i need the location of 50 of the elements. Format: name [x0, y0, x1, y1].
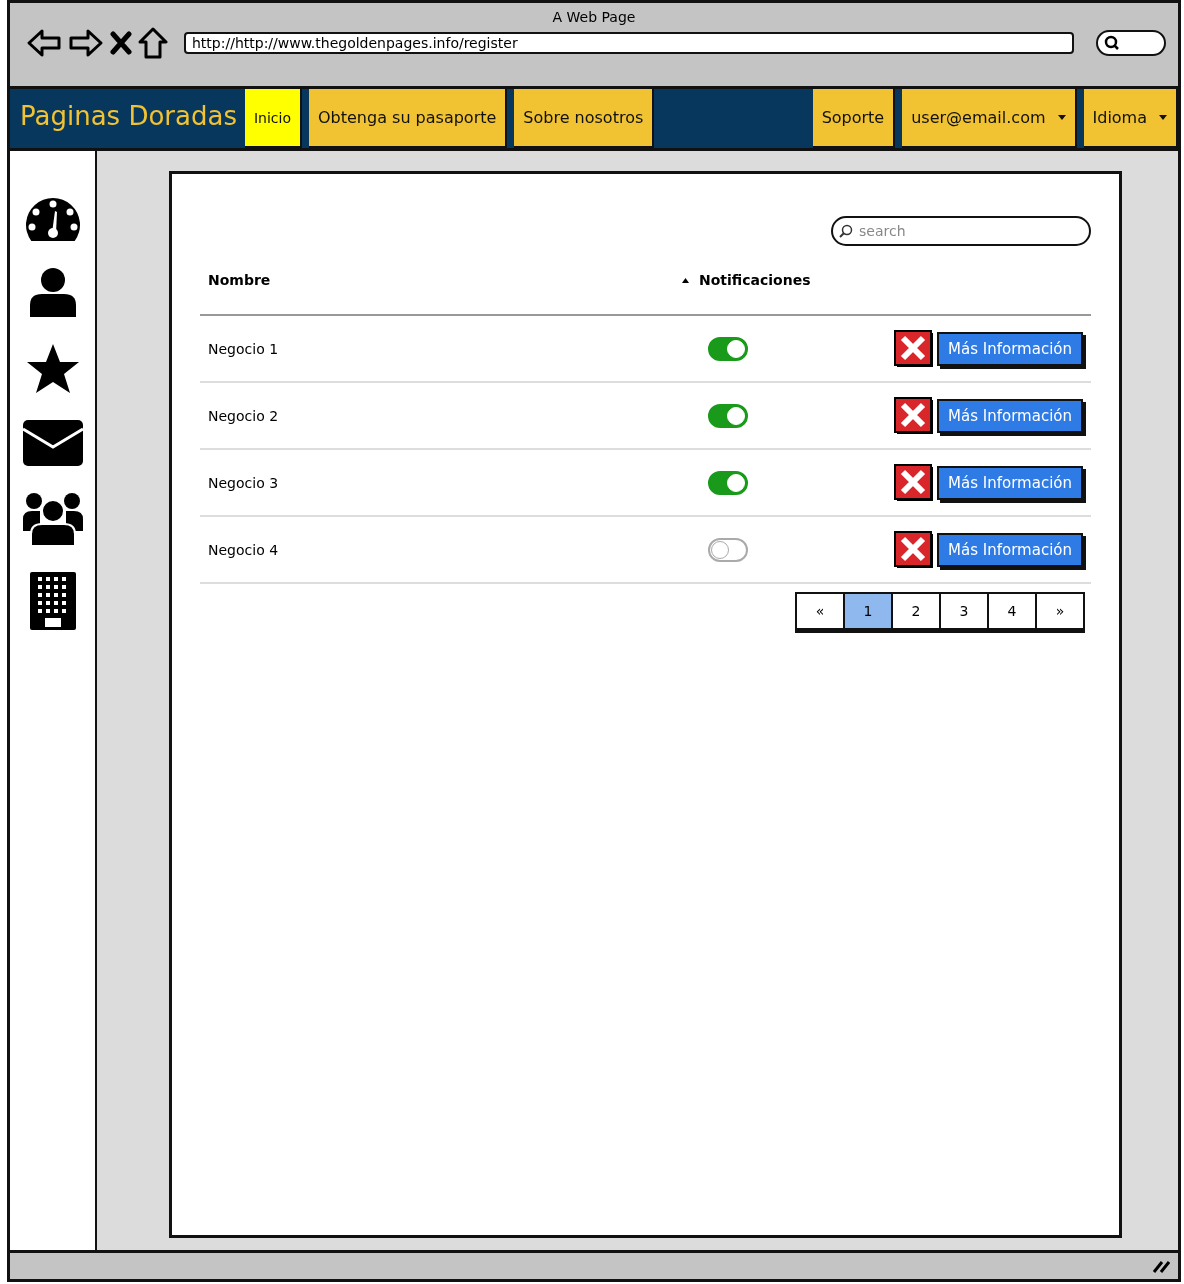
- column-header[interactable]: Notificaciones: [699, 272, 811, 288]
- page-button[interactable]: 4: [987, 592, 1037, 630]
- envelope-icon[interactable]: [21, 419, 84, 467]
- page-button[interactable]: 2: [891, 592, 941, 630]
- sort-arrow-icon[interactable]: [682, 277, 689, 283]
- search-icon: [1104, 35, 1120, 51]
- nav-link[interactable]: Sobre nosotros: [514, 89, 655, 148]
- delete-icon[interactable]: [894, 396, 935, 435]
- more-info-button[interactable]: Más Información: [937, 465, 1083, 500]
- search-field[interactable]: search: [831, 216, 1091, 246]
- back-arrow-icon[interactable]: [26, 27, 62, 59]
- resize-grip-icon[interactable]: [1152, 1259, 1170, 1273]
- notification-toggle[interactable]: [708, 470, 748, 495]
- delete-icon[interactable]: [894, 329, 935, 368]
- nav-dropdown[interactable]: Idioma: [1083, 89, 1178, 148]
- table-cell: Negocio 1: [208, 340, 279, 357]
- caret-icon: [1159, 115, 1167, 120]
- previous-page-button[interactable]: «: [795, 592, 845, 630]
- nav-link[interactable]: Inicio: [244, 89, 302, 148]
- notification-toggle[interactable]: [708, 403, 748, 428]
- search-icon: [839, 224, 853, 238]
- notification-toggle[interactable]: [708, 537, 748, 562]
- nav-dropdown[interactable]: user@email.com: [902, 89, 1077, 148]
- page-button[interactable]: 3: [939, 592, 989, 630]
- page-button[interactable]: 1: [843, 592, 893, 630]
- column-header[interactable]: Nombre: [208, 272, 271, 288]
- browser-search-field[interactable]: [1096, 30, 1166, 56]
- more-info-button[interactable]: Más Información: [937, 331, 1083, 366]
- user-icon[interactable]: [27, 267, 78, 319]
- notification-toggle[interactable]: [708, 336, 748, 361]
- caret-icon: [1057, 115, 1066, 120]
- table-cell: Negocio 4: [208, 541, 279, 558]
- building-icon[interactable]: [28, 571, 77, 631]
- nav-link[interactable]: Soporte: [812, 89, 896, 148]
- site-logo[interactable]: Paginas Doradas: [10, 89, 245, 148]
- forward-arrow-icon[interactable]: [68, 27, 104, 59]
- table-cell: Negocio 3: [208, 474, 279, 491]
- delete-icon[interactable]: [894, 463, 935, 502]
- delete-icon[interactable]: [894, 530, 935, 569]
- more-info-button[interactable]: Más Información: [937, 532, 1083, 567]
- table-cell: Negocio 2: [208, 407, 279, 424]
- close-icon[interactable]: [110, 31, 132, 55]
- window-title: A Web Page: [551, 8, 637, 25]
- nav-link[interactable]: Obtenga su pasaporte: [309, 89, 508, 148]
- star-icon[interactable]: [25, 343, 80, 395]
- group-icon[interactable]: [21, 491, 84, 547]
- home-icon[interactable]: [138, 27, 168, 59]
- more-info-button[interactable]: Más Información: [937, 398, 1083, 433]
- address-bar[interactable]: http://http://www.thegoldenpages.info/register: [184, 32, 1074, 54]
- next-page-button[interactable]: »: [1035, 592, 1085, 630]
